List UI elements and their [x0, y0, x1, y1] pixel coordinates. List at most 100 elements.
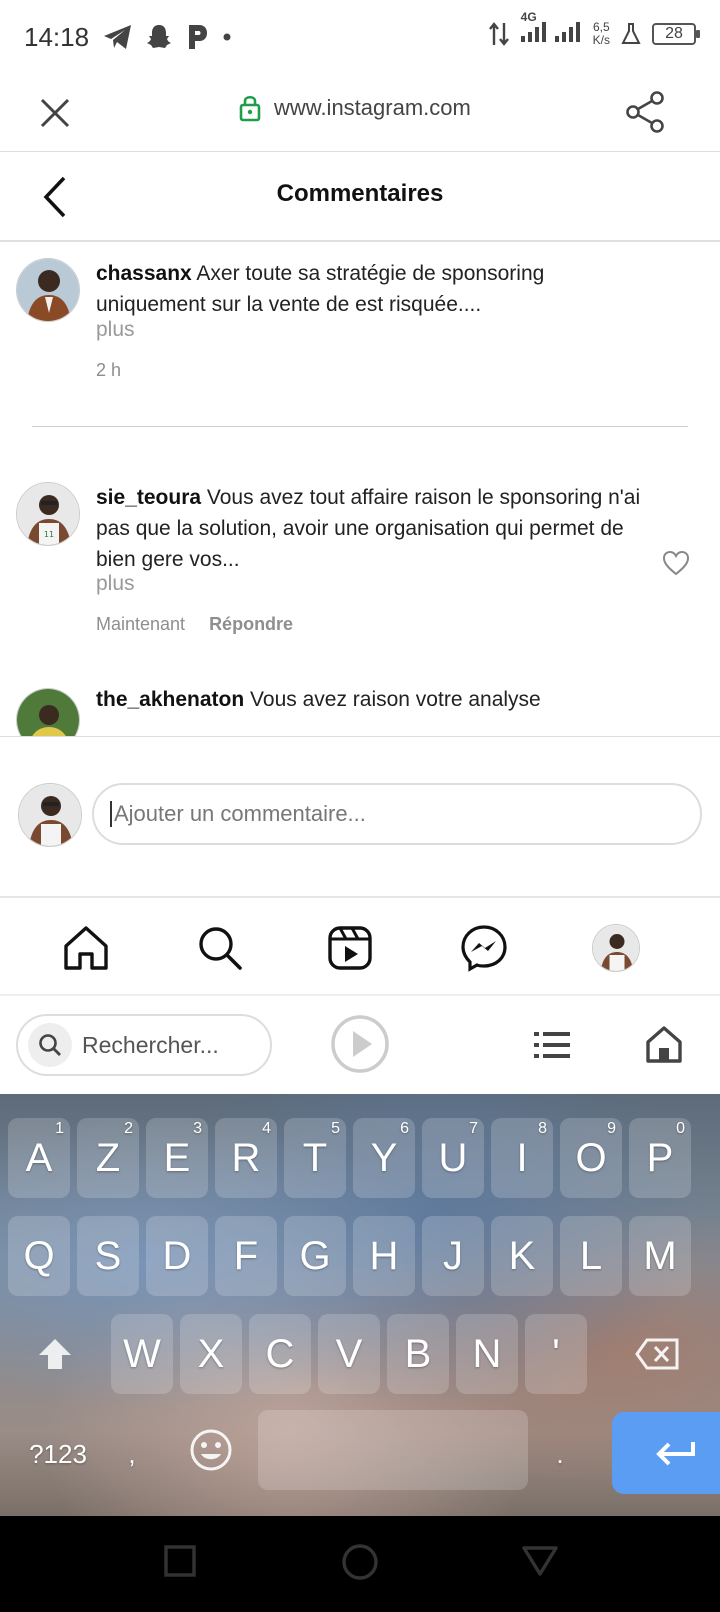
comment-username[interactable]: chassanx [96, 262, 192, 285]
comments-header: Commentaires [0, 152, 720, 242]
key-apostrophe[interactable]: ' [525, 1314, 587, 1394]
space-key[interactable] [258, 1410, 528, 1490]
notification-dot-icon [223, 33, 231, 41]
key-z[interactable]: Z2 [77, 1118, 139, 1198]
house-icon[interactable] [644, 1024, 684, 1064]
reply-button[interactable]: Répondre [209, 614, 293, 635]
key-l[interactable]: L [560, 1216, 622, 1296]
share-icon[interactable] [624, 90, 666, 134]
comment-body: Vous avez raison votre analyse [250, 688, 541, 711]
key-b[interactable]: B [387, 1314, 449, 1394]
key-o[interactable]: O9 [560, 1118, 622, 1198]
close-icon[interactable] [38, 96, 72, 130]
recents-icon[interactable] [163, 1544, 197, 1578]
comment-meta: 2 h [96, 360, 121, 381]
keyboard-search-placeholder: Rechercher... [82, 1031, 219, 1058]
heart-icon[interactable] [662, 550, 690, 576]
magnifier-icon [28, 1023, 72, 1067]
bottom-nav [0, 898, 720, 996]
comment-text: sie_teoura Vous avez tout affaire raison… [96, 482, 656, 575]
comment-username[interactable]: sie_teoura [96, 486, 201, 509]
key-w[interactable]: W [111, 1314, 173, 1394]
avatar[interactable] [16, 258, 80, 322]
key-m[interactable]: M [629, 1216, 691, 1296]
comment-composer: Ajouter un commentaire... [0, 736, 720, 898]
comment-time: 2 h [96, 360, 122, 380]
comment-username[interactable]: the_akhenaton [96, 688, 244, 711]
search-icon[interactable] [196, 924, 244, 972]
avatar[interactable]: 11 [16, 482, 80, 546]
comment-meta: Maintenant Répondre [96, 614, 293, 635]
messenger-icon[interactable] [460, 924, 508, 972]
key-d[interactable]: D [146, 1216, 208, 1296]
lock-icon [239, 95, 261, 122]
key-u[interactable]: U7 [422, 1118, 484, 1198]
emoji-key[interactable] [180, 1410, 242, 1490]
key-s[interactable]: S [77, 1216, 139, 1296]
my-avatar [18, 783, 82, 847]
browser-bar: www.instagram.com [0, 74, 720, 152]
text-caret [110, 801, 112, 827]
shift-key[interactable] [24, 1314, 86, 1394]
data-arrows-icon [488, 21, 509, 46]
key-h[interactable]: H [353, 1216, 415, 1296]
keyboard-search-field[interactable]: Rechercher... [16, 1014, 272, 1076]
keyboard-toolbar: Rechercher... [0, 996, 720, 1094]
avatar[interactable] [16, 688, 80, 736]
key-p[interactable]: P0 [629, 1118, 691, 1198]
android-nav-bar [0, 1516, 720, 1612]
key-q[interactable]: Q [8, 1216, 70, 1296]
symbols-key[interactable]: ?123 [14, 1414, 102, 1494]
network-type: 4G [520, 10, 537, 24]
smiley-icon [190, 1429, 232, 1471]
key-g[interactable]: G [284, 1216, 346, 1296]
comment-input-placeholder: Ajouter un commentaire... [114, 801, 366, 826]
back-triangle-icon[interactable] [520, 1544, 560, 1578]
key-i[interactable]: I8 [491, 1118, 553, 1198]
battery-indicator: 28 [652, 22, 700, 45]
home-circle-icon[interactable] [340, 1542, 380, 1582]
url-bar[interactable]: www.instagram.com [238, 94, 471, 122]
home-icon[interactable] [62, 924, 110, 972]
keyboard: A1 Z2 E3 R4 T5 Y6 U7 I8 O9 P0 Q S D F G … [0, 1094, 720, 1516]
comment-input[interactable]: Ajouter un commentaire... [92, 783, 702, 845]
net-speed: 6,5 K/s [592, 19, 610, 47]
comment-item: the_akhenaton Vous avez raison votre ana… [0, 684, 720, 736]
key-c[interactable]: C [249, 1314, 311, 1394]
key-k[interactable]: K [491, 1216, 553, 1296]
shift-arrow-icon [39, 1339, 71, 1369]
page-title: Commentaires [276, 180, 444, 207]
backspace-key[interactable] [626, 1314, 688, 1394]
list-icon[interactable] [532, 1028, 572, 1062]
key-e[interactable]: E3 [146, 1118, 208, 1198]
profile-avatar[interactable] [592, 924, 640, 972]
status-bar: 14:18 4G 6,5 K/s 28 [0, 0, 720, 74]
key-j[interactable]: J [422, 1216, 484, 1296]
divider [32, 426, 688, 427]
key-v[interactable]: V [318, 1314, 380, 1394]
key-n[interactable]: N [456, 1314, 518, 1394]
key-t[interactable]: T5 [284, 1118, 346, 1198]
key-a[interactable]: A1 [8, 1118, 70, 1198]
key-y[interactable]: Y6 [353, 1118, 415, 1198]
key-r[interactable]: R4 [215, 1118, 277, 1198]
play-icon[interactable] [330, 1014, 390, 1074]
more-link[interactable]: plus [96, 572, 135, 596]
reels-icon[interactable] [326, 924, 374, 972]
key-f[interactable]: F [215, 1216, 277, 1296]
period-key[interactable]: . [540, 1414, 580, 1494]
key-x[interactable]: X [180, 1314, 242, 1394]
backspace-icon [635, 1338, 679, 1370]
more-link[interactable]: plus [96, 318, 135, 342]
signal-group: 4G [519, 10, 583, 49]
enter-arrow-icon [656, 1442, 695, 1466]
comma-key[interactable]: , [112, 1414, 152, 1494]
comment-item: chassanx Axer toute sa stratégie de spon… [0, 244, 720, 414]
url-text: www.instagram.com [274, 95, 471, 120]
svg-text:11: 11 [44, 530, 54, 539]
comment-text: chassanx Axer toute sa stratégie de spon… [96, 258, 656, 320]
enter-key[interactable] [612, 1412, 720, 1494]
comment-text: the_akhenaton Vous avez raison votre ana… [96, 684, 656, 715]
status-time: 14:18 [24, 21, 90, 52]
comment-time: Maintenant [96, 614, 186, 634]
